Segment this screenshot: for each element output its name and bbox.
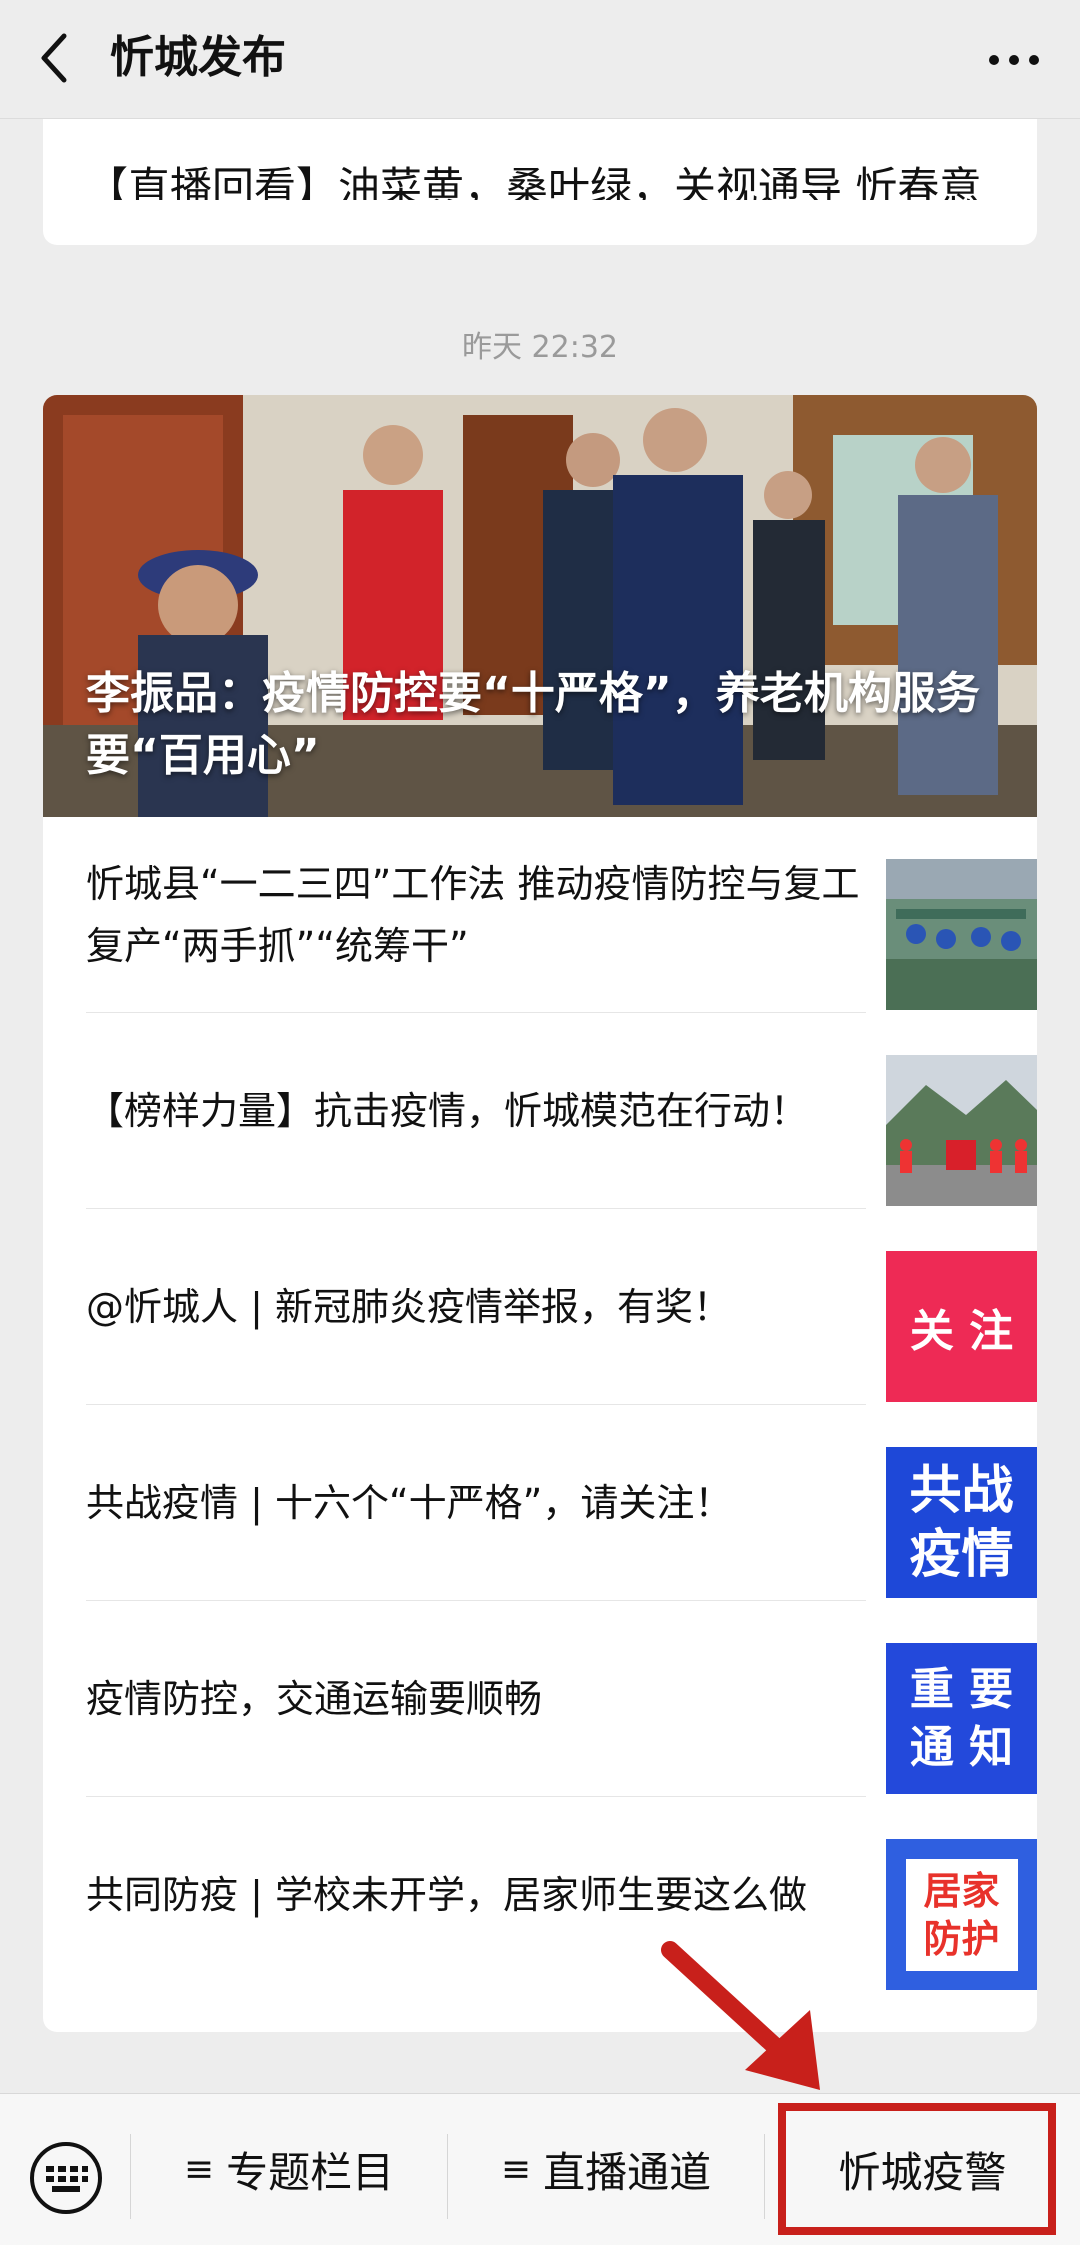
article-thumbnail-3: 关 注 [886,1251,1037,1402]
news-card: 李振品：疫情防控要“十严格”，养老机构服务要“百用心” 忻城县“一二三四”工作法… [43,395,1037,2032]
previous-article-title: 【直播回看】油菜黄，桑叶绿，关视通导 忻春意 [86,163,982,200]
article-item-2[interactable]: 【榜样力量】抗击疫情，忻城模范在行动！ [86,1013,1037,1209]
thumbnail-inner: 居家 防护 [905,1858,1018,1971]
article-thumbnail-1 [886,859,1037,1010]
article-thumbnail-5: 重 要 通 知 [886,1643,1037,1794]
thumbnail-label-line2: 疫情 [909,1524,1014,1585]
thumbnail-label-line1: 重 要 [909,1663,1014,1715]
message-timestamp: 昨天 22:32 [462,330,618,365]
menu-item-special-topics[interactable]: ≡ 专题栏目 [131,2094,447,2245]
article-item-3[interactable]: @忻城人 | 新冠肺炎疫情举报，有奖！ 关 注 [86,1209,1037,1405]
thumbnail-label-line2: 通 知 [909,1721,1014,1773]
menu-label: 直播通道 [543,2148,712,2197]
page-title: 忻城发布 [110,32,286,83]
article-thumbnail-2 [886,1055,1037,1206]
menu-icon: ≡ [183,2149,215,2190]
menu-item-live-channel[interactable]: ≡ 直播通道 [448,2094,764,2245]
article-item-5[interactable]: 疫情防控，交通运输要顺畅 重 要 通 知 [86,1601,1037,1797]
thumbnail-label-line1: 共战 [909,1460,1014,1521]
article-title-2: 【榜样力量】抗击疫情，忻城模范在行动！ [86,1089,809,1133]
back-arrow-icon[interactable] [34,26,74,90]
article-item-1[interactable]: 忻城县“一二三四”工作法 推动疫情防控与复工复产“两手抓”“统筹干” [86,817,1037,1013]
top-bar: 忻城发布 [0,0,1080,119]
article-title-3: @忻城人 | 新冠肺炎疫情举报，有奖！ [86,1285,731,1329]
menu-icon: ≡ [500,2149,532,2190]
keyboard-icon[interactable] [28,2140,104,2216]
red-arrow-annotation [661,1941,820,2090]
article-title-1: 忻城县“一二三四”工作法 推动疫情防控与复工复产“两手抓”“统筹干” [86,862,860,968]
thumbnail-label: 关 注 [909,1305,1014,1357]
menu-label: 专题栏目 [226,2148,395,2197]
more-options-icon[interactable] [984,30,1044,90]
article-thumbnail-6: 居家 防护 [886,1839,1037,1990]
article-item-4[interactable]: 共战疫情 | 十六个“十严格”，请关注！ 共战 疫情 [86,1405,1037,1601]
highlight-box-annotation [778,2103,1056,2235]
hero-article[interactable]: 李振品：疫情防控要“十严格”，养老机构服务要“百用心” [43,395,1037,817]
thumbnail-label-line2: 防护 [923,1916,1000,1961]
article-title-4: 共战疫情 | 十六个“十严格”，请关注！ [86,1481,733,1525]
thumbnail-label-line1: 居家 [923,1868,1000,1913]
hero-title: 李振品：疫情防控要“十严格”，养老机构服务要“百用心” [86,668,980,781]
article-thumbnail-4: 共战 疫情 [886,1447,1037,1598]
article-item-6[interactable]: 共同防疫 | 学校未开学，居家师生要这么做 居家 防护 [86,1797,1037,1993]
article-title-5: 疫情防控，交通运输要顺畅 [86,1677,543,1721]
